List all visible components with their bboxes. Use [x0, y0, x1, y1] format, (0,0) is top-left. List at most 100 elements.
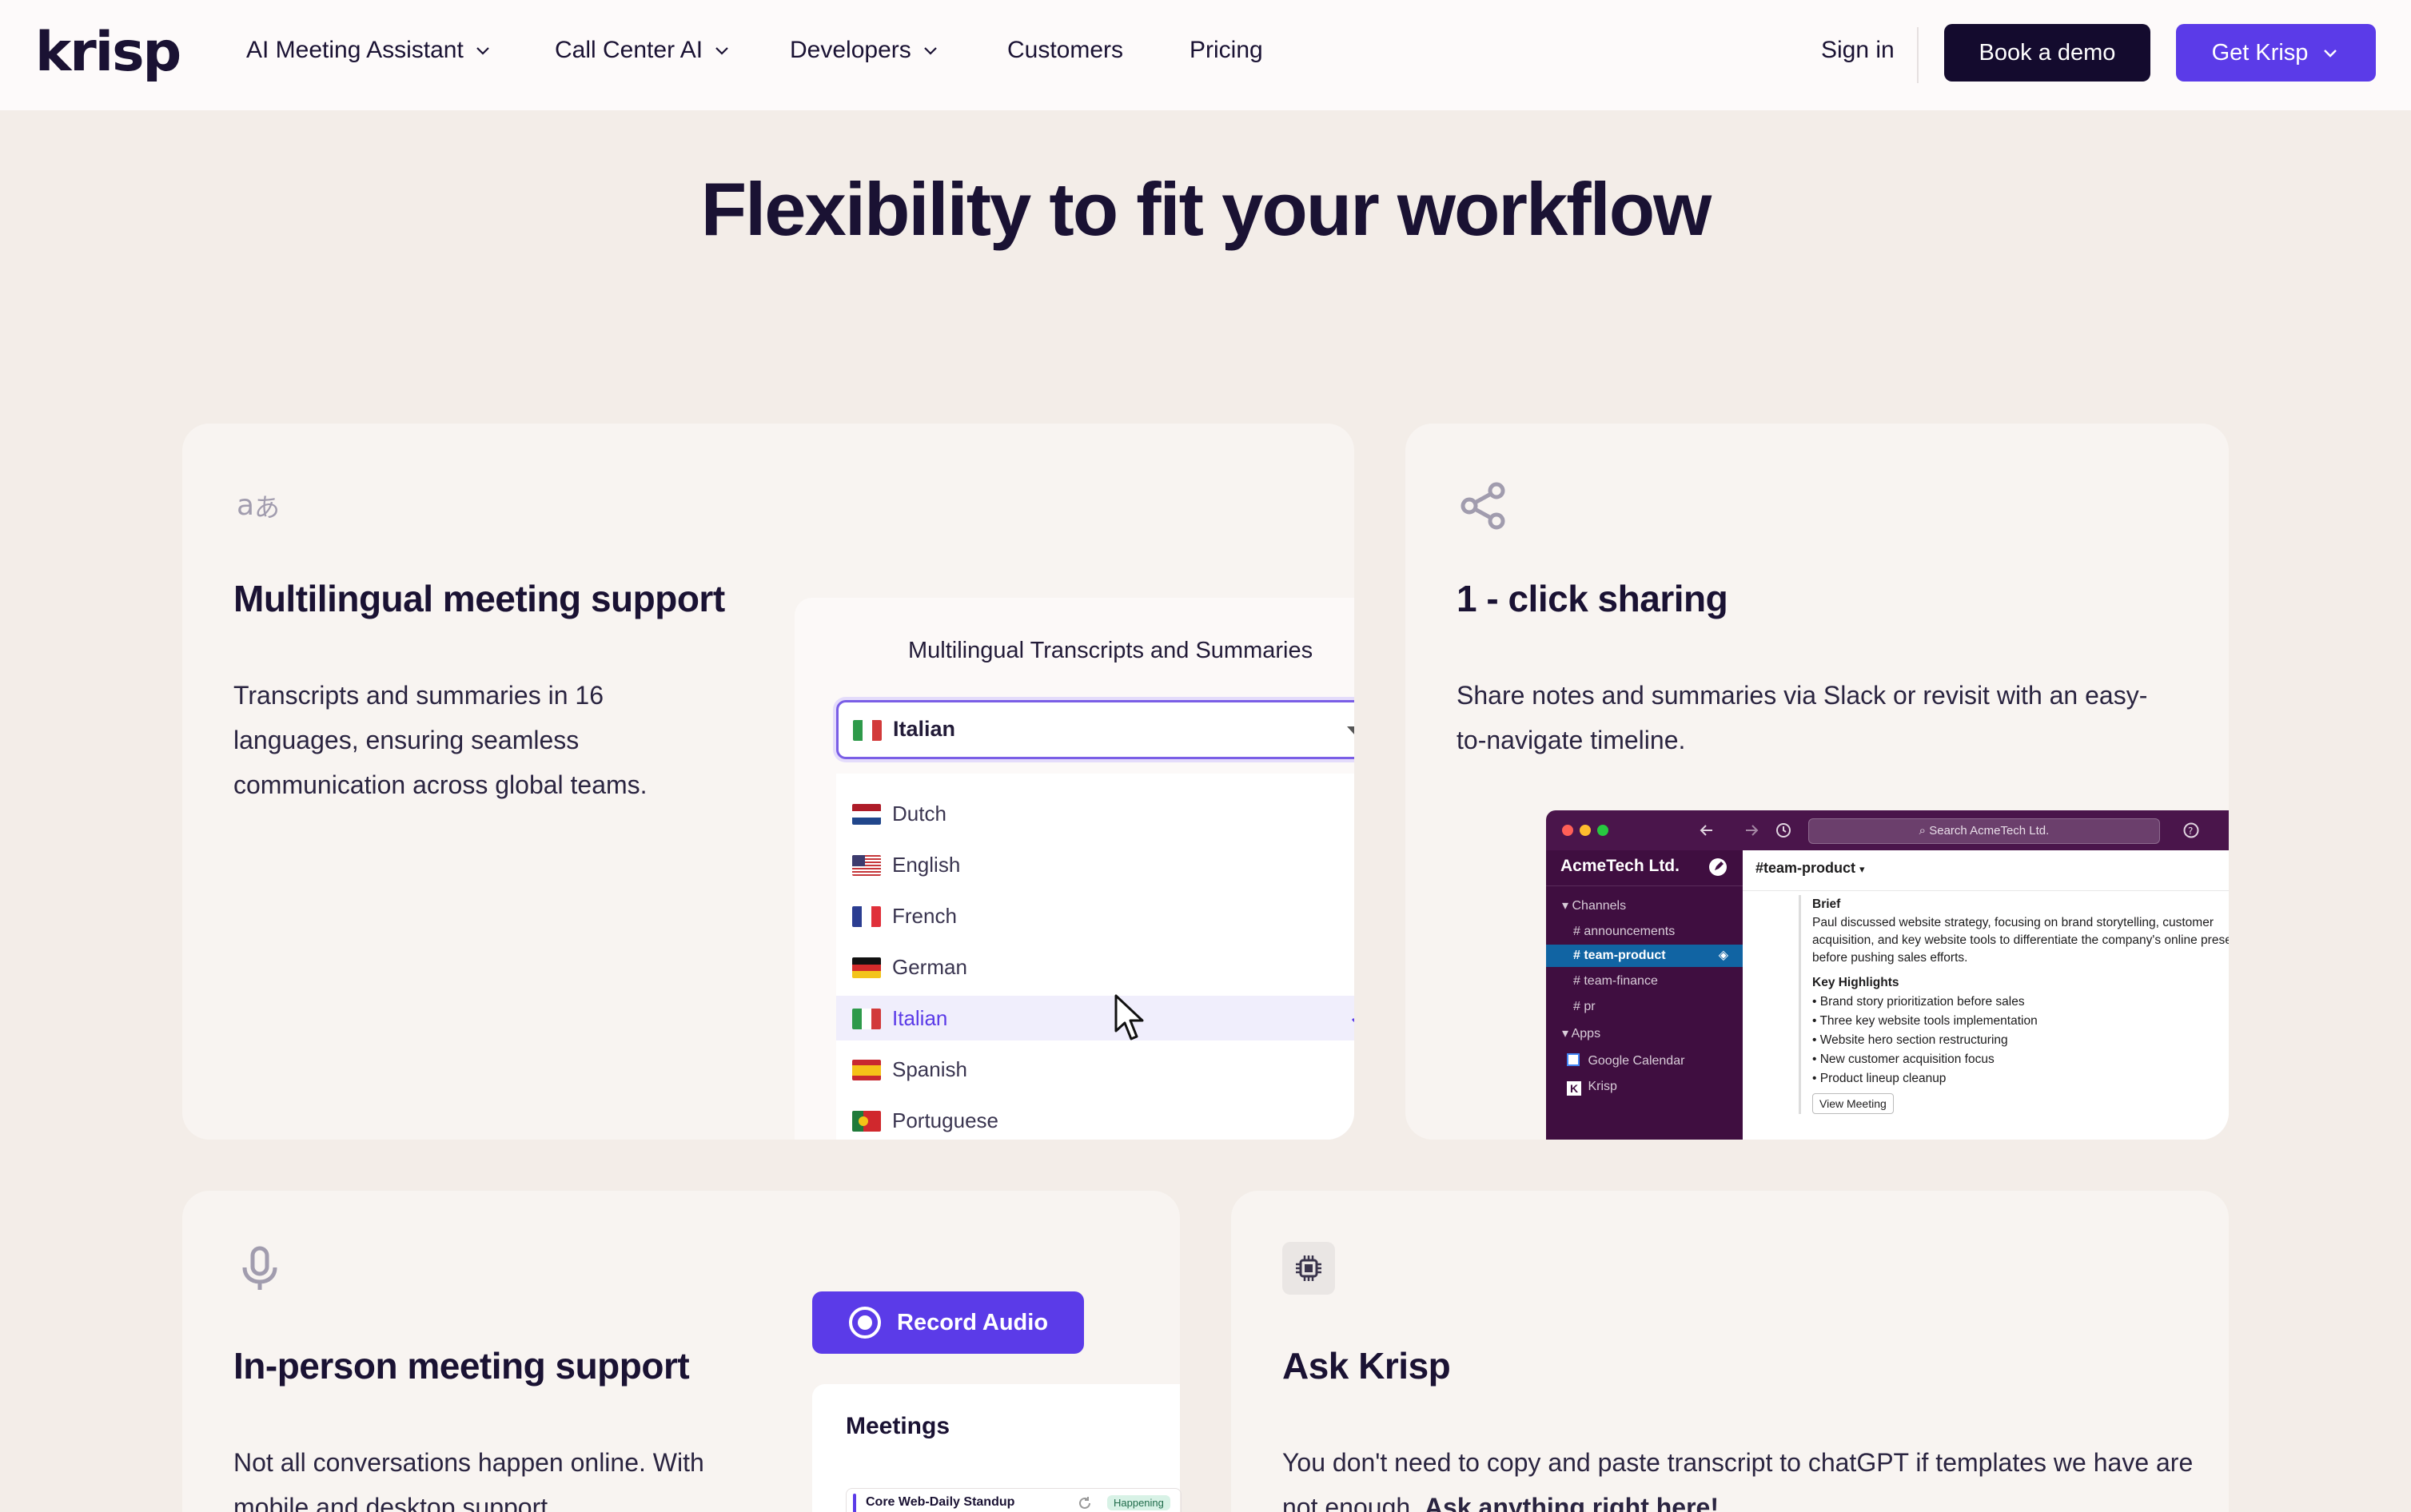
meetings-panel: Meetings Core Web-Daily Standup Happenin… — [812, 1384, 1182, 1512]
record-audio-button[interactable]: Record Audio — [812, 1291, 1084, 1354]
channel-label: team-product — [1584, 949, 1666, 962]
highlight-text: Product lineup cleanup — [1819, 1072, 1947, 1085]
caret-down-icon: ▾ — [1562, 899, 1572, 913]
nav-ai-meeting-assistant[interactable]: AI Meeting Assistant — [246, 37, 492, 64]
nav-call-center-ai[interactable]: Call Center AI — [555, 37, 731, 64]
huddle-icon: ◈ — [1718, 949, 1728, 962]
language-option-portuguese[interactable]: Portuguese — [836, 1098, 1354, 1140]
section-label: Channels — [1572, 899, 1627, 913]
sign-in-link[interactable]: Sign in — [1821, 37, 1895, 64]
forward-arrow-icon[interactable] — [1743, 822, 1760, 839]
view-meeting-button[interactable]: View Meeting — [1812, 1093, 1894, 1114]
search-placeholder: Search AcmeTech Ltd. — [1929, 824, 2050, 838]
highlight-item: • Website hero section restructuring — [1812, 1033, 2008, 1047]
highlights-label: Key Highlights — [1812, 976, 1899, 989]
usa-flag-icon — [852, 855, 881, 876]
chevron-down-icon: ▾ — [1859, 863, 1865, 875]
germany-flag-icon — [852, 957, 881, 978]
minimize-window-icon[interactable] — [1580, 825, 1591, 836]
nav-item-label: AI Meeting Assistant — [246, 37, 464, 63]
hash-icon: # — [1573, 925, 1584, 938]
language-option-spanish[interactable]: Spanish — [836, 1047, 1354, 1092]
maximize-window-icon[interactable] — [1597, 825, 1608, 836]
option-label: French — [892, 904, 957, 928]
spain-flag-icon — [852, 1060, 881, 1080]
chevron-down-icon — [476, 47, 489, 55]
svg-text:?: ? — [2188, 826, 2193, 837]
sidebar-divider — [1546, 885, 1743, 886]
selected-language: Italian — [893, 717, 956, 741]
nav-item-label: Pricing — [1190, 37, 1263, 63]
channel-label: team-finance — [1584, 974, 1658, 988]
krisp-logo[interactable]: krisp — [35, 21, 181, 84]
back-arrow-icon[interactable] — [1698, 822, 1716, 839]
slack-window: ⌕ Search AcmeTech Ltd. ? AcmeTech Ltd. ▾… — [1546, 810, 2229, 1140]
panel-title: Multilingual Transcripts and Summaries — [908, 638, 1313, 663]
meetings-title: Meetings — [846, 1413, 950, 1439]
netherlands-flag-icon — [852, 804, 881, 825]
app-krisp[interactable]: K Krisp — [1546, 1076, 1743, 1098]
nav-customers[interactable]: Customers — [1007, 37, 1123, 64]
record-label: Record Audio — [897, 1309, 1049, 1335]
ai-chip-icon-box — [1282, 1242, 1335, 1295]
language-option-dutch[interactable]: Dutch — [836, 791, 1354, 836]
italy-flag-icon — [852, 1009, 881, 1029]
language-option-english[interactable]: English — [836, 842, 1354, 887]
highlight-text: New customer acquisition focus — [1819, 1052, 1995, 1066]
card-title: Ask Krisp — [1282, 1345, 1451, 1387]
meeting-title: Core Web-Daily Standup — [866, 1495, 1015, 1509]
dropdown-caret-icon — [1347, 726, 1354, 735]
description-emphasis: Ask anything right here! — [1424, 1493, 1719, 1512]
calendar-icon — [1567, 1053, 1580, 1066]
get-krisp-button[interactable]: Get Krisp — [2176, 24, 2376, 82]
channel-pr[interactable]: # pr — [1546, 996, 1743, 1018]
nav-developers[interactable]: Developers — [790, 37, 940, 64]
channel-header[interactable]: #team-product ▾ — [1755, 860, 1865, 877]
channel-label: pr — [1584, 1000, 1596, 1013]
language-select[interactable]: Italian — [836, 700, 1354, 759]
option-label: English — [892, 853, 961, 877]
app-label: Krisp — [1588, 1080, 1617, 1093]
channel-team-finance[interactable]: # team-finance — [1546, 970, 1743, 993]
brief-text: Paul discussed website strategy, focusin… — [1812, 916, 2229, 965]
help-icon[interactable]: ? — [2182, 822, 2200, 839]
nav-pricing[interactable]: Pricing — [1190, 37, 1263, 64]
mouse-cursor-icon — [1114, 994, 1144, 1040]
highlight-item: • New customer acquisition focus — [1812, 1052, 1995, 1066]
language-option-italian[interactable]: Italian — [836, 996, 1354, 1040]
channel-announcements[interactable]: # announcements — [1546, 921, 1743, 943]
slack-search-input[interactable]: ⌕ Search AcmeTech Ltd. — [1808, 818, 2160, 844]
hash-icon: # — [1573, 949, 1584, 962]
channel-label: announcements — [1584, 925, 1676, 938]
compose-icon[interactable] — [1708, 857, 1728, 877]
highlight-text: Three key website tools implementation — [1819, 1014, 2038, 1028]
apps-section-toggle[interactable]: ▾ Apps — [1546, 1023, 1743, 1045]
multilingual-card: a あ Multilingual meeting support Transcr… — [182, 424, 1354, 1140]
france-flag-icon — [852, 906, 881, 927]
close-window-icon[interactable] — [1562, 825, 1573, 836]
sharing-card: 1 - click sharing Share notes and summar… — [1405, 424, 2229, 1140]
channel-team-product[interactable]: # team-product ◈ — [1546, 945, 1743, 967]
highlight-text: Brand story prioritization before sales — [1819, 995, 2025, 1009]
card-title: Multilingual meeting support — [233, 578, 725, 619]
highlight-item: • Product lineup cleanup — [1812, 1072, 1947, 1085]
app-google-calendar[interactable]: Google Calendar — [1546, 1050, 1743, 1072]
chevron-down-icon — [923, 47, 937, 55]
language-option-french[interactable]: French — [836, 893, 1354, 938]
book-demo-button[interactable]: Book a demo — [1944, 24, 2150, 82]
workspace-name[interactable]: AcmeTech Ltd. — [1560, 857, 1680, 876]
language-option-german[interactable]: German — [836, 945, 1354, 989]
card-description: Share notes and summaries via Slack or r… — [1457, 681, 2148, 754]
microphone-icon — [242, 1246, 277, 1290]
chevron-down-icon — [2324, 50, 2337, 58]
chevron-down-icon — [715, 47, 728, 55]
nav-item-label: Developers — [790, 37, 911, 63]
highlight-item: • Brand story prioritization before sale… — [1812, 995, 2025, 1009]
language-options-list: Dutch English French German Italian Span… — [836, 774, 1354, 1140]
nav-item-label: Customers — [1007, 37, 1124, 63]
top-navigation: krisp AI Meeting Assistant Call Center A… — [0, 0, 2411, 110]
history-clock-icon[interactable] — [1775, 822, 1792, 839]
meeting-row[interactable]: Core Web-Daily Standup Happening — [846, 1488, 1182, 1512]
channels-section-toggle[interactable]: ▾ Channels — [1546, 895, 1743, 917]
get-krisp-label: Get Krisp — [2211, 39, 2309, 66]
